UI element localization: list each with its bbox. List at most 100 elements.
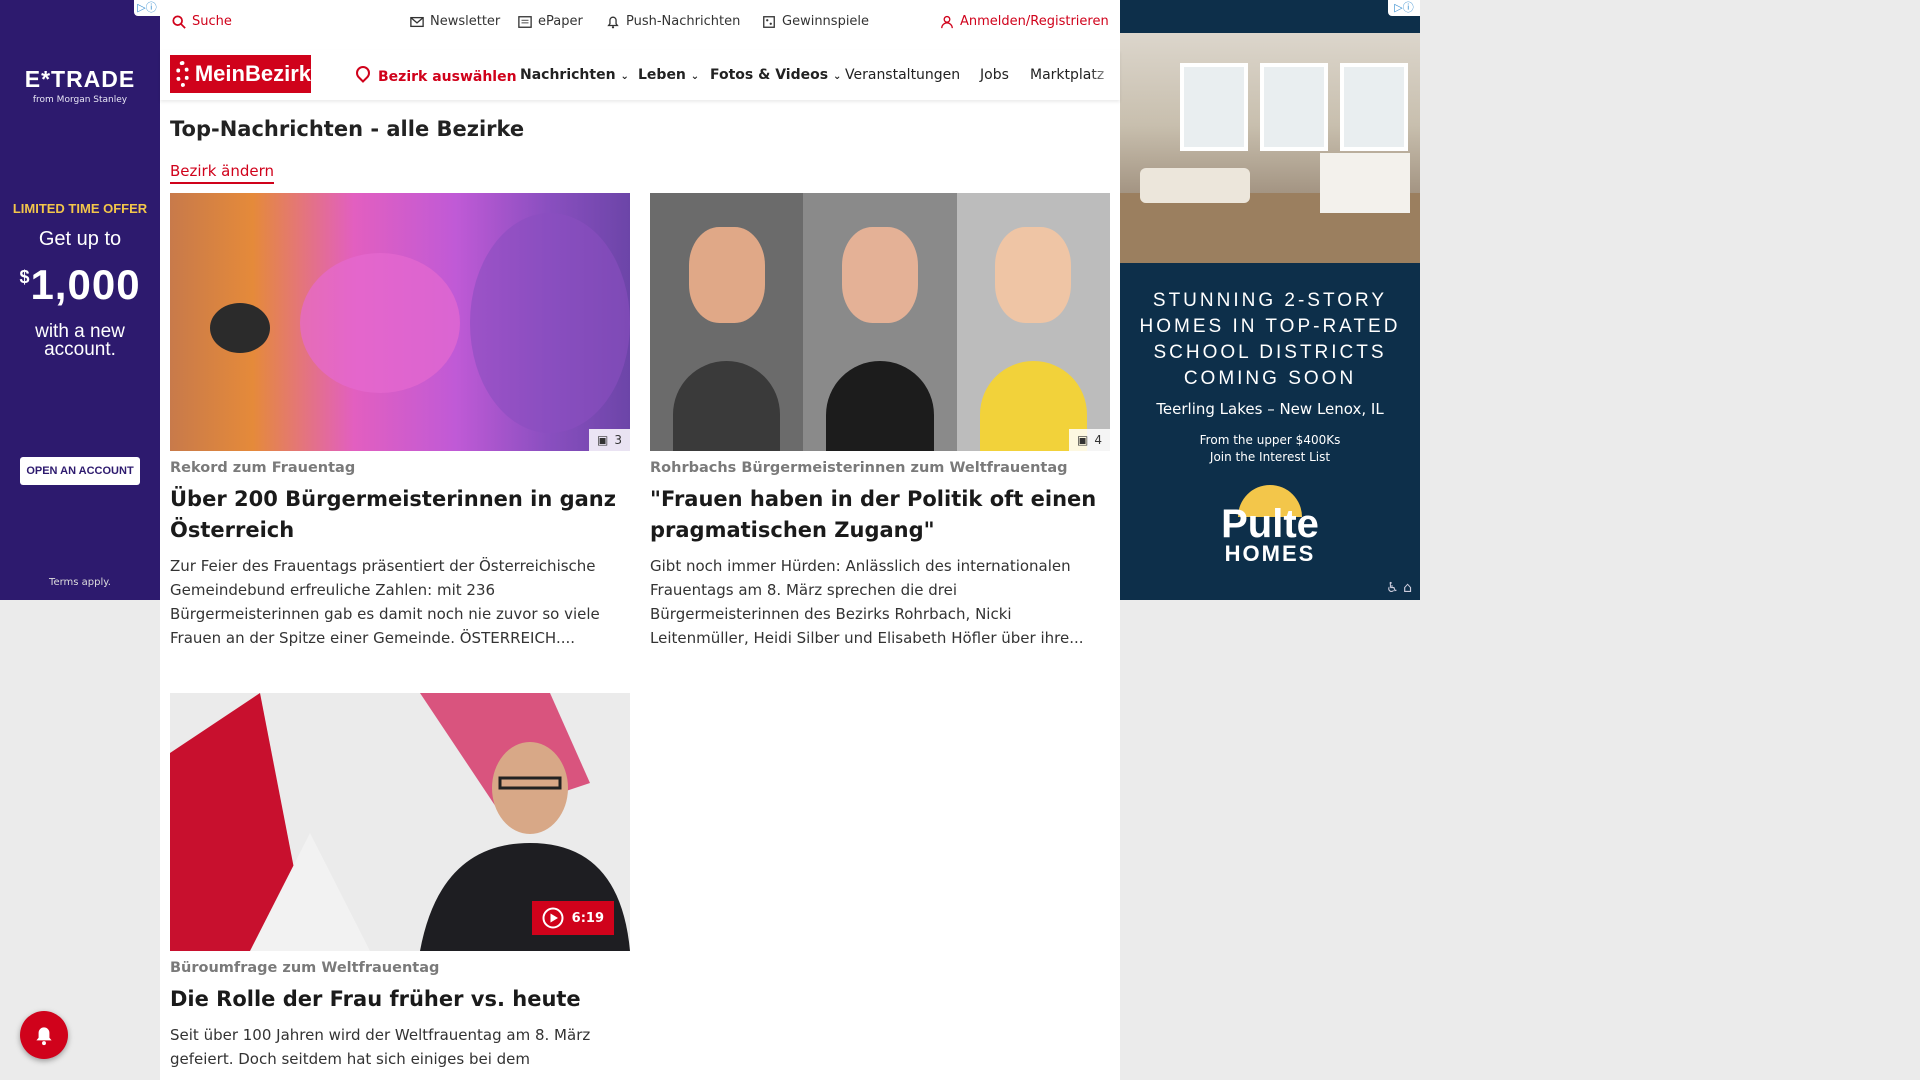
gewinnspiele-link[interactable]: Gewinnspiele [762,14,869,29]
search-link[interactable]: Suche [172,14,232,29]
search-icon [172,14,186,29]
mail-icon [410,16,424,27]
sweater-shape [300,253,460,393]
adchoices-icon[interactable]: ▷ⓘ [1388,0,1420,16]
gift-icon [763,15,775,28]
photo-sofa [1140,168,1250,203]
meinbezirk-logo[interactable]: MeinBezirk [170,55,311,93]
body-shape [826,361,934,451]
portrait-2 [803,193,957,451]
ad-brand: E*TRADE [24,66,136,92]
logo-flower-icon [176,61,189,87]
page-title: Top-Nachrichten - alle Bezirke [170,117,525,141]
article-card[interactable]: ▣ 3 Rekord zum Frauentag Über 200 Bürgerm… [170,193,630,650]
epaper-link[interactable]: ePaper [518,14,583,29]
ad-right-pulte[interactable]: ▷ⓘ STUNNING 2-STORY HOMES IN TOP-RATED S… [1120,0,1420,600]
nav-label: Leben [638,67,686,83]
chevron-down-icon: ⌄ [832,71,842,82]
video-duration: 6:19 [571,910,604,926]
article-card[interactable]: 6:19 Büroumfrage zum Weltfrauentag Die R… [170,693,630,1071]
login-label: Anmelden/Registrieren [960,14,1109,29]
utility-bar: Suche Newsletter ePaper Push-Nachrichten… [160,0,1120,46]
portrait-1 [650,193,804,451]
chevron-down-icon: ⌄ [690,71,700,82]
ad-amount-value: 1,000 [30,261,141,308]
article-kicker: Rohrbachs Bürgermeisterinnen zum Weltfra… [650,460,1068,476]
adchoices-icon[interactable]: ▷ⓘ [134,0,160,16]
accessibility-icon: ♿ ⌂ [1386,580,1412,596]
ad-brand-sub: from Morgan Stanley [32,95,128,105]
article-kicker: Büroumfrage zum Weltfrauentag [170,960,440,976]
article-teaser: Gibt noch immer Hürden: Anlässlich des i… [650,557,1084,647]
body-shape [672,361,781,451]
coat-shape [470,213,630,433]
gallery-icon: ▣ [597,433,609,447]
nav-leben[interactable]: Leben ⌄ [638,67,699,83]
photo-count-badge: ▣ 4 [1069,429,1110,451]
change-district-link[interactable]: Bezirk ändern [170,162,275,184]
ad-offer: LIMITED TIME OFFER [12,201,148,216]
newsletter-label: Newsletter [430,14,501,29]
article-image[interactable]: ▣ 4 [650,193,1110,451]
nav-scroll-fade [1090,50,1120,100]
right-gutter [1120,600,1920,1080]
photo-count: 4 [1094,433,1102,447]
nav-jobs[interactable]: Jobs [980,67,1009,83]
logo-text: MeinBezirk [194,61,311,86]
face-shape [841,227,918,323]
logo-word: Pulte [1221,502,1319,546]
push-label: Push-Nachrichten [626,14,741,29]
article-teaser: Zur Feier des Frauentags präsentiert der… [170,557,600,647]
nav-veranstaltungen[interactable]: Veranstaltungen [845,67,960,83]
login-link[interactable]: Anmelden/Registrieren [940,14,1109,29]
left-gutter [0,600,160,1080]
search-label: Suche [192,14,232,29]
photo-window [1180,63,1248,151]
article-image[interactable]: ▣ 3 [170,193,630,451]
photo-count-badge: ▣ 3 [589,429,630,451]
headline-line: COMING SOON [1183,368,1357,389]
ad-get-up-to: Get up to [38,228,122,250]
district-select[interactable]: Bezirk auswählen [353,63,517,85]
pulte-logo: Pulte HOMES [1120,485,1420,567]
photo-counter [1320,153,1410,213]
gewinnspiele-label: Gewinnspiele [782,14,870,29]
camera-shape [210,303,270,353]
article-headline[interactable]: "Frauen haben in der Politik oft einen p… [650,484,1110,546]
newspaper-icon [518,15,532,28]
ad-left-etrade[interactable]: ▷ⓘ E*TRADE from Morgan Stanley LIMITED T… [0,0,160,600]
article-video-thumbnail[interactable]: 6:19 [170,693,630,951]
ad-with-new: with a new account. [35,321,125,360]
bell-icon [36,1027,52,1046]
ad-interest-link[interactable]: Join the Interest List [1120,449,1420,466]
headline-line: STUNNING 2-STORY [1152,290,1388,311]
ad-currency: $ [19,267,31,287]
map-pin-icon [353,63,373,83]
nav-label: Fotos & Videos [710,67,829,83]
photo-window [1260,63,1328,151]
nav-nachrichten[interactable]: Nachrichten ⌄ [520,67,629,83]
right-gutter-top [1420,0,1920,600]
article-teaser: Seit über 100 Jahren wird der Weltfrauen… [170,1026,591,1068]
bell-icon [607,16,619,28]
gallery-icon: ▣ [1077,433,1089,447]
article-headline[interactable]: Die Rolle der Frau früher vs. heute [170,984,630,1015]
open-account-button[interactable]: OPEN AN ACCOUNT [20,457,140,485]
article-headline[interactable]: Über 200 Bürgermeisterinnen in ganz Öste… [170,484,630,546]
main-nav: MeinBezirk Bezirk auswählen Nachrichten … [160,50,1120,100]
face-shape [995,227,1072,323]
newsletter-link[interactable]: Newsletter [410,14,500,29]
headline-line: SCHOOL DISTRICTS [1153,342,1387,363]
ad-price-line: From the upper $400Ks [1199,433,1341,447]
ad-terms: Terms apply. [49,577,111,588]
portrait-3 [956,193,1110,451]
nav-fotos-videos[interactable]: Fotos & Videos ⌄ [710,67,841,83]
ad-location: Teerling Lakes – New Lenox, IL [1156,400,1384,418]
ad-price: From the upper $400Ks Join the Interest … [1120,432,1420,466]
face-shape [688,227,765,323]
ad-right-headline: STUNNING 2-STORY HOMES IN TOP-RATED SCHO… [1120,288,1420,392]
nav-label: Nachrichten [520,67,616,83]
notification-bell-button[interactable] [20,1011,68,1059]
push-link[interactable]: Push-Nachrichten [606,14,740,29]
article-card[interactable]: ▣ 4 Rohrbachs Bürgermeisterinnen zum Welt… [650,193,1110,650]
